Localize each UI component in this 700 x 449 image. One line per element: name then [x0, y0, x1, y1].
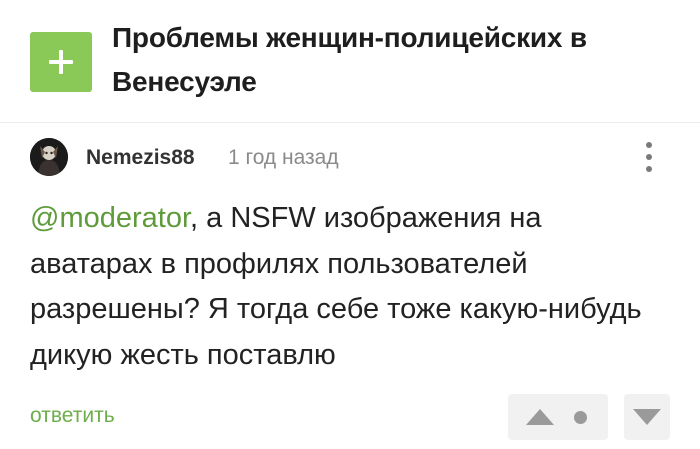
reply-button[interactable]: ответить	[30, 404, 115, 428]
comment-text: @moderator, а NSFW изображения на аватар…	[30, 196, 650, 378]
comment-time[interactable]: 1 год назад	[228, 146, 339, 170]
story-header: Проблемы женщин-полицейских в Венесуэле	[30, 12, 670, 112]
comment-author[interactable]: Nemezis88	[86, 146, 195, 170]
downvote-button[interactable]	[624, 394, 670, 440]
avatar[interactable]	[30, 138, 68, 176]
comment-meta: Nemezis88 1 год назад	[30, 138, 670, 178]
vertical-dots-icon[interactable]	[644, 142, 654, 176]
story-title[interactable]: Проблемы женщин-полицейских в Венесуэле	[112, 16, 652, 104]
triangle-up-icon[interactable]	[526, 409, 554, 425]
rating-box	[508, 394, 608, 440]
avatar-image	[30, 138, 68, 176]
triangle-down-icon	[633, 409, 661, 425]
divider	[0, 122, 700, 123]
mention-link[interactable]: @moderator	[30, 202, 190, 234]
add-story-button[interactable]	[30, 32, 92, 92]
dot-icon	[574, 411, 587, 424]
plus-icon-vertical	[59, 50, 63, 74]
